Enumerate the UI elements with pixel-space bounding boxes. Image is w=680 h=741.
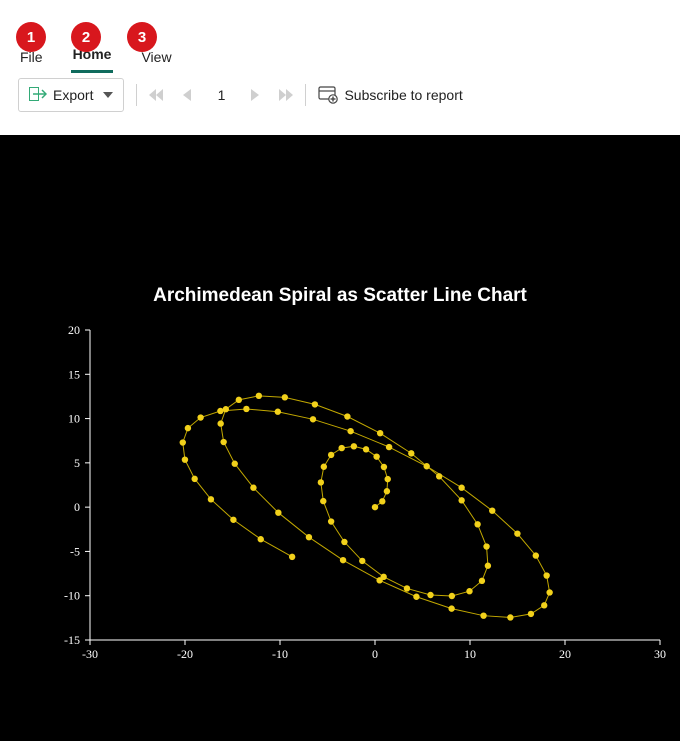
- badge-1: 1: [16, 22, 46, 52]
- divider: [305, 84, 306, 106]
- ribbon-toolbar: Export 1 Subscribe to report: [0, 73, 680, 117]
- chevron-down-icon: [103, 92, 113, 98]
- svg-text:10: 10: [68, 412, 80, 426]
- svg-text:-10: -10: [64, 589, 80, 603]
- svg-text:10: 10: [464, 647, 476, 661]
- svg-text:5: 5: [74, 456, 80, 470]
- last-page-icon[interactable]: [279, 89, 293, 101]
- badge-2: 2: [71, 22, 101, 52]
- subscribe-button[interactable]: Subscribe to report: [318, 81, 462, 109]
- svg-text:-15: -15: [64, 633, 80, 647]
- svg-text:-30: -30: [82, 647, 98, 661]
- svg-text:0: 0: [74, 500, 80, 514]
- svg-text:30: 30: [654, 647, 666, 661]
- svg-text:0: 0: [372, 647, 378, 661]
- next-page-icon[interactable]: [251, 89, 259, 101]
- svg-text:20: 20: [559, 647, 571, 661]
- first-page-icon[interactable]: [149, 89, 163, 101]
- tab-file[interactable]: File: [18, 49, 45, 73]
- badge-3: 3: [127, 22, 157, 52]
- scatter-chart: -15 -10 -5 0 5 10 15 20 -30 -20 -10 0 10 20 30: [0, 135, 680, 741]
- export-icon: [29, 87, 47, 104]
- prev-page-icon[interactable]: [183, 89, 191, 101]
- page-navigator: 1: [149, 87, 293, 103]
- export-button[interactable]: Export: [18, 78, 124, 112]
- svg-text:20: 20: [68, 323, 80, 337]
- svg-text:-20: -20: [177, 647, 193, 661]
- page-number: 1: [211, 87, 231, 103]
- export-label: Export: [53, 87, 93, 103]
- subscribe-label: Subscribe to report: [344, 87, 462, 103]
- subscribe-icon: [318, 85, 338, 105]
- tab-view[interactable]: View: [139, 49, 173, 73]
- tab-strip: File Home View: [0, 0, 680, 73]
- divider: [136, 84, 137, 106]
- svg-text:-5: -5: [70, 544, 80, 558]
- svg-text:-10: -10: [272, 647, 288, 661]
- svg-text:15: 15: [68, 367, 80, 381]
- report-canvas: Archimedean Spiral as Scatter Line Chart…: [0, 135, 680, 741]
